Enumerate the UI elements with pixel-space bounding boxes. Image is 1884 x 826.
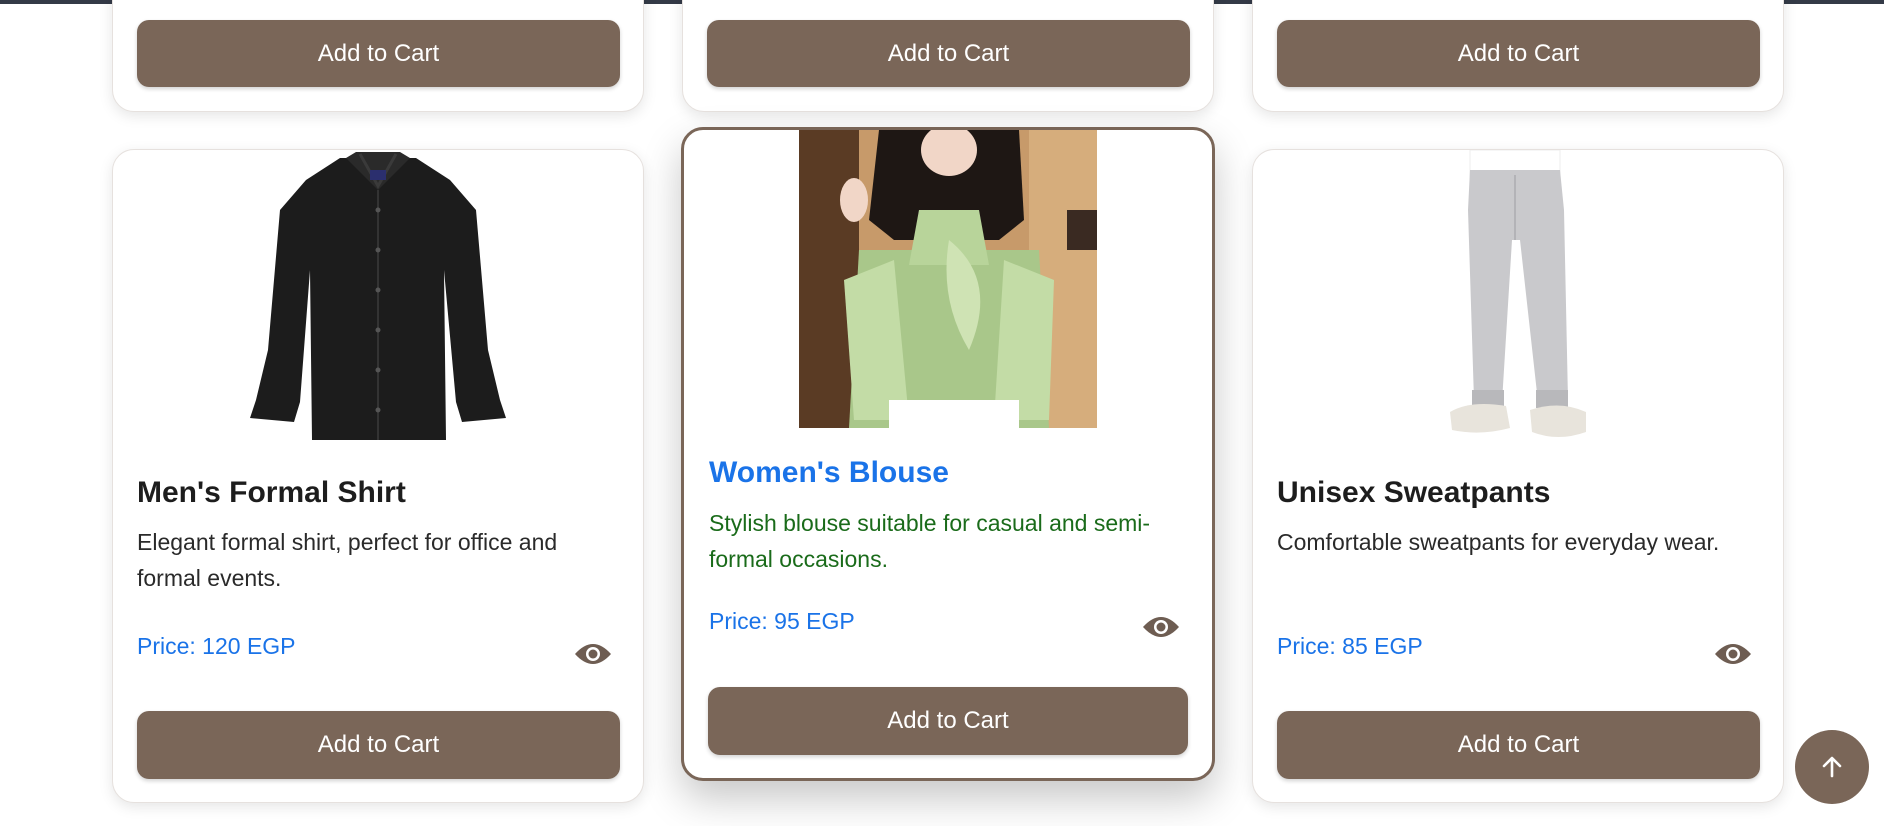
product-title: Men's Formal Shirt [137, 476, 406, 509]
product-price: Price: 95 EGP [709, 608, 855, 634]
product-title: Women's Blouse [709, 456, 949, 489]
add-to-cart-button[interactable]: Add to Cart [137, 20, 620, 87]
product-description: Stylish blouse suitable for casual and s… [709, 510, 1151, 572]
product-title: Unisex Sweatpants [1277, 476, 1551, 509]
blouse-image [799, 124, 1097, 428]
sweatpants-image [1440, 149, 1590, 450]
product-price: Price: 85 EGP [1277, 633, 1423, 659]
product-description: Elegant formal shirt, perfect for office… [137, 529, 558, 591]
add-to-cart-button[interactable]: Add to Cart [1277, 711, 1760, 779]
add-to-cart-button[interactable]: Add to Cart [137, 711, 620, 779]
add-to-cart-button[interactable]: Add to Cart [707, 20, 1190, 87]
scroll-to-top-button[interactable] [1795, 730, 1869, 804]
product-description: Comfortable sweatpants for everyday wear… [1277, 529, 1720, 555]
eye-icon[interactable] [1714, 642, 1752, 666]
add-to-cart-button[interactable]: Add to Cart [1277, 20, 1760, 87]
black-shirt-image [250, 150, 506, 450]
arrow-up-icon [1822, 756, 1842, 778]
eye-icon[interactable] [1142, 615, 1180, 639]
product-price: Price: 120 EGP [137, 633, 296, 659]
add-to-cart-button[interactable]: Add to Cart [708, 687, 1188, 755]
eye-icon[interactable] [574, 642, 612, 666]
